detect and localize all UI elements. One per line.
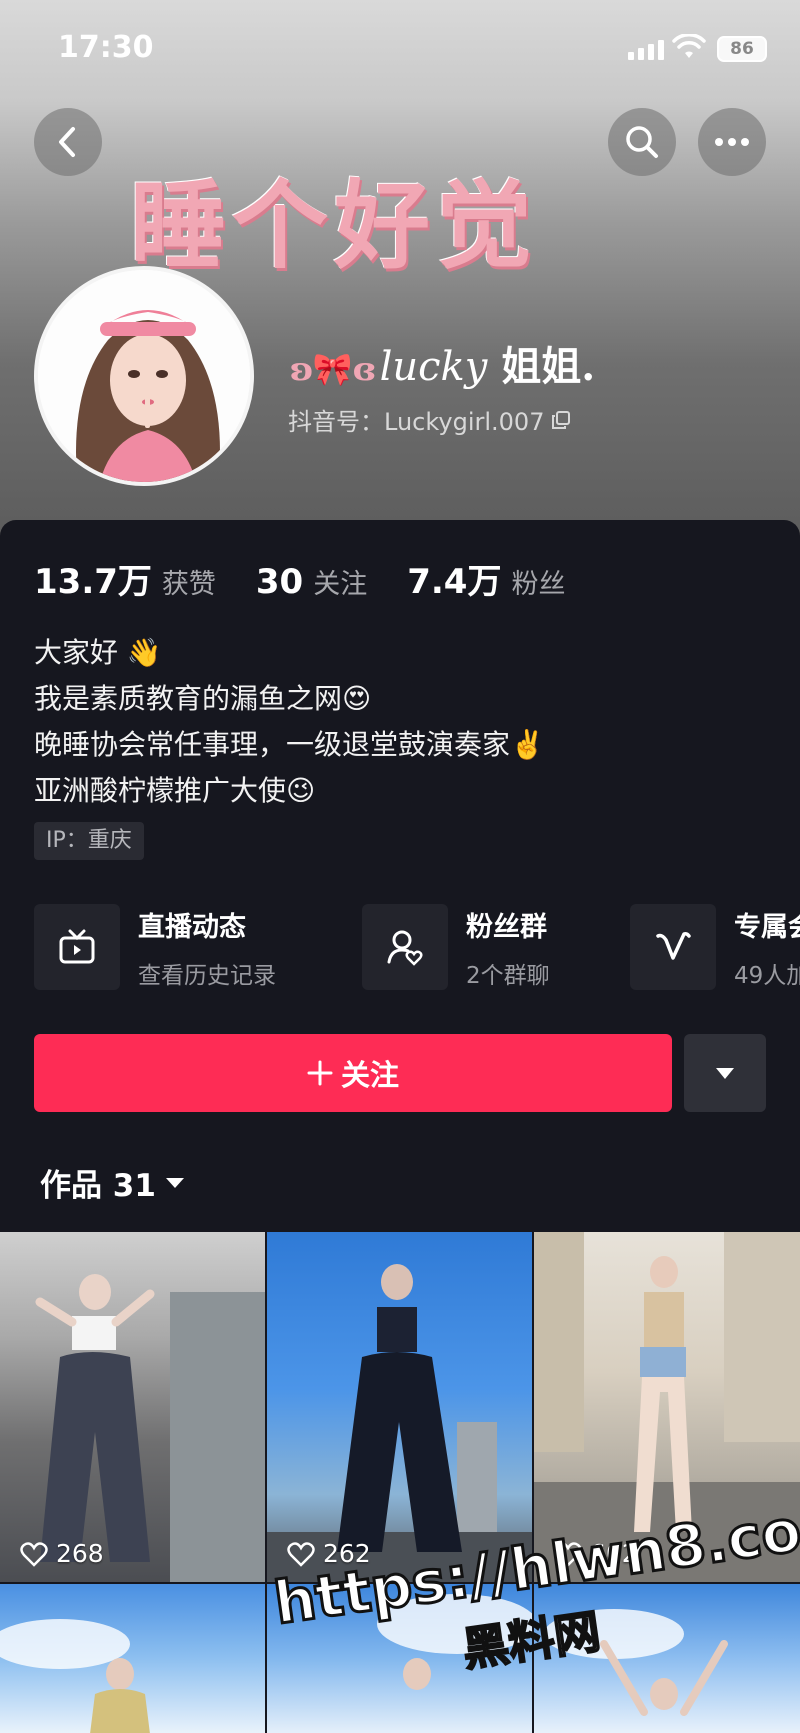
tab-works[interactable]: 作品 31 (40, 1160, 186, 1205)
like-count-text: 268 (56, 1539, 104, 1568)
bio-line: 亚洲酸柠檬推广大使😉 (34, 774, 316, 807)
search-icon (626, 126, 658, 158)
video-frame (0, 1619, 150, 1733)
caret-down-icon (716, 1068, 734, 1079)
more-button[interactable] (698, 108, 766, 176)
feature-row: 直播动态 查看历史记录 粉丝群 2个群聊 专属会员 49人加入 (34, 904, 800, 994)
stat-value: 7.4万 (407, 562, 502, 602)
battery-icon: 86 (717, 36, 767, 62)
status-bar: 17:30 86 (0, 0, 800, 96)
wifi-icon (672, 34, 706, 58)
back-button[interactable] (34, 108, 102, 176)
caret-down-icon (165, 1177, 184, 1188)
feature-subtitle: 49人加入 (734, 962, 800, 989)
follow-label: 关注 (340, 1058, 399, 1092)
like-count: 268 (20, 1539, 104, 1568)
feature-title: 专属会员 (734, 911, 800, 943)
stat-following[interactable]: 30 关注 (256, 562, 367, 602)
bio-line: 我是素质教育的漏鱼之网😍 (34, 682, 372, 715)
feature-fan-group[interactable]: 粉丝群 2个群聊 (362, 904, 550, 990)
video-thumbnail[interactable]: 268 (0, 1232, 265, 1582)
feature-membership[interactable]: 专属会员 49人加入 (630, 904, 800, 990)
follow-button[interactable]: 关注 (34, 1034, 672, 1112)
search-button[interactable] (608, 108, 676, 176)
feature-title: 直播动态 (138, 911, 246, 943)
feature-live-history[interactable]: 直播动态 查看历史记录 (34, 904, 276, 990)
nickname: ʚ🎀ɞ lucky 姐姐. (286, 334, 595, 392)
feature-subtitle: 2个群聊 (466, 962, 550, 989)
video-thumbnail[interactable]: 262 (267, 1232, 532, 1582)
douyin-id-text: 抖音号：Luckygirl.007 (288, 408, 545, 436)
nickname-italic: lucky (379, 344, 488, 390)
works-tab-label: 作品 31 (40, 1168, 156, 1204)
fan-group-icon (362, 904, 448, 990)
nickname-deco: ʚ🎀ɞ (290, 350, 376, 388)
feature-title: 粉丝群 (466, 911, 547, 943)
chevron-left-icon (59, 127, 75, 157)
more-icon (715, 138, 749, 146)
copy-icon[interactable] (552, 410, 571, 429)
stat-label: 获赞 (161, 569, 216, 600)
avatar[interactable] (34, 266, 254, 486)
nickname-suffix: 姐姐. (501, 343, 596, 390)
stat-label: 粉丝 (511, 569, 566, 600)
stat-likes[interactable]: 13.7万 获赞 (34, 554, 216, 603)
stats-row: 13.7万 获赞 30 关注 7.4万 粉丝 (34, 554, 565, 603)
status-time: 17:30 (58, 30, 154, 65)
banner-text: 睡个好觉 (130, 169, 538, 282)
heart-icon (20, 1541, 48, 1567)
stat-value: 13.7万 (34, 562, 152, 602)
video-frame (35, 1274, 265, 1582)
stat-value: 30 (255, 562, 304, 602)
bio-line: 大家好 👋 (34, 636, 162, 669)
recommend-dropdown-button[interactable] (684, 1034, 766, 1112)
v-icon (630, 904, 716, 990)
feature-subtitle: 查看历史记录 (138, 962, 276, 989)
stat-followers[interactable]: 7.4万 粉丝 (407, 554, 565, 603)
video-thumbnail[interactable] (0, 1584, 265, 1733)
video-frame (267, 1264, 532, 1582)
profile-header: 17:30 86 睡个好觉 ʚ🎀ɞ lucky 姐姐. 抖音号：Luckygir… (0, 0, 800, 560)
douyin-id[interactable]: 抖音号：Luckygirl.007 (288, 402, 571, 437)
heart-icon (287, 1541, 315, 1567)
stat-label: 关注 (313, 569, 368, 600)
signal-icon (628, 40, 664, 60)
bio-line: 晚睡协会常任事理，一级退堂鼓演奏家✌️ (34, 728, 545, 761)
avatar-illustration (38, 270, 250, 482)
video-grid: 268 262 602 (0, 1232, 800, 1733)
ip-tag: IP：重庆 (34, 822, 144, 860)
tv-icon (34, 904, 120, 990)
bio: 大家好 👋 我是素质教育的漏鱼之网😍 晚睡协会常任事理，一级退堂鼓演奏家✌️ 亚… (34, 630, 545, 814)
plus-icon (307, 1060, 333, 1086)
